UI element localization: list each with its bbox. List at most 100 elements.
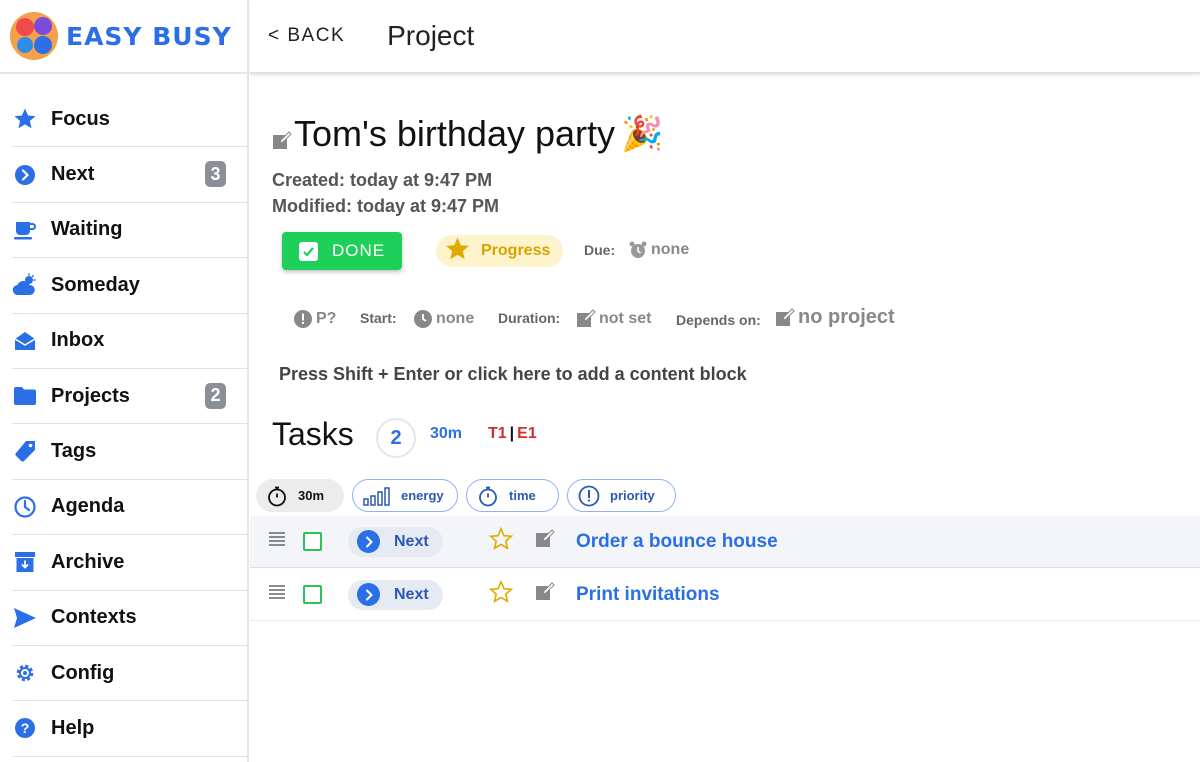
- sidebar-item-focus[interactable]: Focus: [12, 92, 248, 148]
- svg-text:?: ?: [21, 720, 30, 736]
- t-indicator: T1: [488, 425, 507, 442]
- created-date: Created: today at 9:47 PM: [272, 170, 493, 190]
- drag-handle-icon[interactable]: [269, 532, 285, 551]
- clock-icon: [12, 494, 38, 520]
- sidebar-item-label: Contexts: [51, 606, 137, 629]
- project-title[interactable]: Tom's birthday party 🎉: [272, 108, 663, 160]
- project-detail: Tom's birthday party 🎉 Created: today at…: [250, 76, 1200, 762]
- chevron-circle-icon: [357, 530, 380, 553]
- filter-chip-duration[interactable]: 30m: [256, 479, 344, 512]
- start-label: Start:: [360, 310, 397, 326]
- task-status-button[interactable]: Next: [348, 526, 443, 557]
- edit-icon[interactable]: [535, 529, 555, 554]
- done-button[interactable]: DONE: [282, 232, 402, 270]
- task-total-time: 30m: [430, 425, 463, 442]
- checkmark-icon: [298, 241, 318, 261]
- sidebar-item-label: Focus: [51, 107, 110, 130]
- e-indicator: E1: [517, 425, 537, 442]
- table-row: Next Order a bounce house: [250, 516, 1200, 568]
- sidebar-item-help[interactable]: ? Help: [12, 701, 248, 757]
- edit-icon[interactable]: [535, 582, 555, 607]
- filter-chip-energy[interactable]: energy: [352, 479, 458, 512]
- question-circle-icon: ?: [12, 715, 38, 741]
- duration-value-text: not set: [599, 310, 652, 327]
- done-label: DONE: [331, 241, 386, 260]
- add-content-block[interactable]: Press Shift + Enter or click here to add…: [279, 364, 747, 385]
- sidebar-item-archive[interactable]: Archive: [12, 535, 248, 591]
- chip-label: priority: [610, 488, 655, 503]
- paper-plane-icon: [12, 605, 38, 631]
- project-title-text: Tom's birthday party: [294, 113, 615, 154]
- sidebar-item-label: Config: [51, 661, 115, 684]
- top-bar: < BACK Project: [250, 0, 1200, 74]
- chip-label: 30m: [298, 488, 325, 503]
- task-checkbox[interactable]: [303, 532, 322, 551]
- sidebar-item-inbox[interactable]: Inbox: [12, 314, 248, 369]
- sidebar-item-label: Projects: [51, 384, 130, 407]
- sidebar-item-projects[interactable]: Projects 2: [12, 369, 248, 425]
- archive-box-icon: [12, 549, 38, 575]
- task-checkbox[interactable]: [303, 585, 322, 604]
- edit-icon[interactable]: [272, 118, 292, 160]
- brand-name: EASY BUSY: [66, 21, 232, 51]
- folder-icon: [12, 383, 38, 409]
- due-label: Due:: [584, 242, 616, 258]
- edit-icon: [775, 307, 795, 328]
- task-status-label: Next: [394, 532, 429, 550]
- count-badge: 3: [205, 161, 226, 188]
- sidebar-item-waiting[interactable]: Waiting: [12, 203, 248, 259]
- drag-handle-icon[interactable]: [269, 585, 285, 604]
- sidebar-item-someday[interactable]: Someday: [12, 258, 248, 314]
- star-outline-icon[interactable]: [488, 526, 514, 556]
- exclamation-circle-icon: [578, 485, 600, 507]
- sidebar-item-label: Inbox: [51, 329, 105, 352]
- task-status-button[interactable]: Next: [348, 579, 443, 610]
- due-value-text: none: [651, 241, 690, 258]
- alarm-clock-icon: [628, 240, 648, 260]
- count-badge: 2: [205, 382, 226, 409]
- stopwatch-icon: [477, 485, 499, 507]
- sidebar-item-contexts[interactable]: Contexts: [12, 591, 248, 646]
- sidebar: EASY BUSY Focus Next 3 Waiting Someday I…: [0, 0, 249, 762]
- back-button[interactable]: < BACK: [268, 25, 345, 47]
- sidebar-item-label: Someday: [51, 273, 140, 296]
- sidebar-item-label: Tags: [51, 440, 97, 463]
- depends-value[interactable]: no project: [775, 306, 895, 329]
- chevron-circle-icon: [357, 583, 380, 606]
- app-logo[interactable]: EASY BUSY: [0, 0, 247, 74]
- sidebar-nav: Focus Next 3 Waiting Someday Inbox Proje…: [0, 74, 248, 757]
- chevron-circle-icon: [12, 162, 38, 188]
- page-title: Project: [387, 20, 475, 51]
- duration-label: Duration:: [498, 310, 561, 326]
- coffee-cup-icon: [12, 217, 38, 243]
- sidebar-item-next[interactable]: Next 3: [12, 147, 248, 203]
- sidebar-item-tags[interactable]: Tags: [12, 424, 248, 480]
- sidebar-item-label: Help: [51, 716, 95, 739]
- task-name[interactable]: Order a bounce house: [576, 531, 778, 553]
- sidebar-item-agenda[interactable]: Agenda: [12, 480, 248, 536]
- start-value[interactable]: none: [413, 309, 474, 329]
- task-time-energy-summary: T1 | E1: [488, 425, 537, 443]
- priority-text: P?: [316, 310, 337, 327]
- tasks-heading: Tasks: [272, 416, 354, 452]
- duration-value[interactable]: not set: [576, 309, 651, 329]
- modified-date: Modified: today at 9:47 PM: [272, 196, 500, 216]
- filter-chip-priority[interactable]: priority: [567, 479, 676, 512]
- tag-icon: [12, 439, 38, 465]
- depends-value-text: no project: [798, 306, 895, 328]
- exclamation-circle-icon: [293, 309, 313, 329]
- logo-mark-icon: [10, 12, 58, 60]
- table-row: Next Print invitations: [250, 569, 1200, 621]
- due-value[interactable]: none: [628, 240, 689, 260]
- filter-chip-time[interactable]: time: [466, 479, 559, 512]
- status-progress-button[interactable]: Progress: [436, 235, 563, 267]
- gear-icon: [12, 660, 38, 686]
- priority-value[interactable]: P?: [293, 309, 336, 329]
- sidebar-item-label: Archive: [51, 550, 125, 573]
- status-label: Progress: [481, 242, 551, 259]
- sidebar-item-config[interactable]: Config: [12, 646, 248, 702]
- cloud-sun-icon: [12, 272, 38, 298]
- star-outline-icon[interactable]: [488, 579, 514, 609]
- task-name[interactable]: Print invitations: [576, 584, 720, 606]
- chip-label: energy: [401, 488, 444, 503]
